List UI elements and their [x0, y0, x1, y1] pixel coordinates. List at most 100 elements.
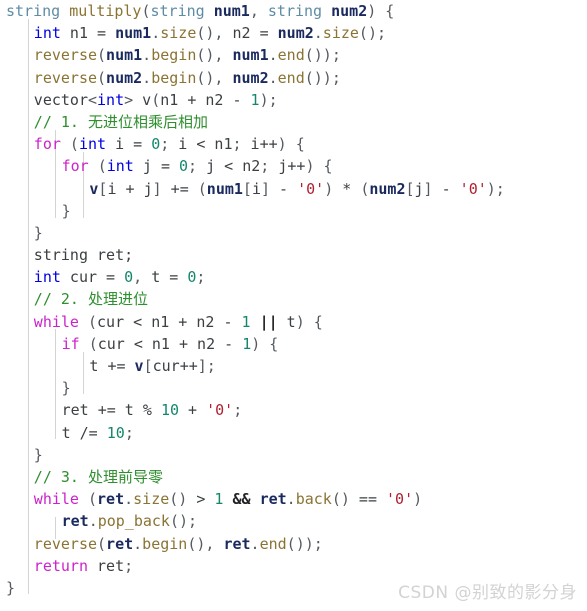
code-token: (),: [187, 534, 224, 553]
code-token: (: [97, 46, 107, 65]
code-token: cur: [60, 268, 107, 287]
code-token: +: [188, 401, 198, 420]
code-token: ;: [124, 423, 134, 442]
code-token: -: [224, 334, 234, 353]
code-token: num1: [106, 46, 143, 65]
code-token: ;: [124, 556, 134, 575]
code-token: +: [125, 179, 135, 198]
code-token: num1: [206, 179, 243, 198]
code-token: =: [106, 268, 116, 287]
code-token: ret: [87, 556, 125, 575]
code-token: (: [97, 534, 107, 553]
code-token: ++: [287, 157, 306, 176]
code-token: (: [88, 334, 98, 353]
code-token: .: [142, 68, 152, 87]
code-token: ||: [259, 312, 278, 331]
code-token: return: [33, 556, 88, 575]
code-token: -: [441, 179, 451, 198]
code-token: .: [313, 24, 323, 43]
code-token: j: [206, 157, 225, 176]
code-line: while (ret.size() > 1 && ret.back() == '…: [0, 488, 587, 510]
code-token: end: [277, 68, 305, 87]
code-line: // 1. 无进位相乘后相加: [0, 111, 587, 133]
code-token: int: [97, 90, 125, 109]
code-token: end: [277, 46, 305, 65]
code-token: (): [331, 490, 359, 509]
code-token: }: [6, 578, 16, 597]
code-token: [: [405, 179, 415, 198]
code-token: ,: [249, 2, 268, 20]
code-token: 1: [241, 312, 251, 331]
code-token: ]: [260, 179, 280, 198]
code-token: ) {: [277, 135, 305, 154]
code-line: if (cur < n1 + n2 - 1) {: [0, 333, 587, 355]
code-token: [: [242, 179, 252, 198]
code-token: cur: [97, 312, 134, 331]
code-token: &&: [232, 490, 251, 509]
code-token: string: [150, 2, 205, 20]
code-token: n1: [160, 90, 188, 109]
code-token: string: [267, 2, 323, 20]
code-token: 1: [250, 90, 260, 109]
code-token: // 2. 处理进位: [33, 290, 148, 309]
code-token: back: [295, 490, 332, 509]
code-token: '0': [459, 179, 487, 198]
code-token: (: [69, 135, 79, 154]
code-token: 0: [151, 135, 161, 154]
code-token: ret: [97, 490, 125, 509]
code-line: // 2. 处理进位: [0, 288, 587, 310]
code-token: /=: [79, 423, 98, 442]
code-token: ());: [304, 68, 341, 87]
code-line: ret.pop_back();: [0, 510, 587, 532]
code-token: j: [414, 179, 424, 198]
code-line: v[i + j] += (num1[i] - '0') * (num2[j] -…: [0, 178, 587, 200]
code-line: string multiply(string num1, string num2…: [0, 0, 587, 22]
code-token: ]: [423, 179, 442, 198]
code-token: +=: [170, 179, 189, 198]
code-line: t += v[cur++];: [0, 355, 587, 377]
code-token: vector: [33, 90, 88, 109]
code-line: while (cur < n1 + n2 - 1 || t) {: [0, 311, 587, 333]
code-token: ret: [106, 534, 134, 553]
code-line: reverse(num2.begin(), num2.end());: [0, 67, 587, 89]
code-token: n2: [233, 157, 261, 176]
code-token: [: [143, 357, 153, 375]
code-token: if: [61, 334, 80, 353]
code-token: ret: [259, 490, 287, 509]
code-token: int: [33, 24, 61, 43]
code-token: 0: [179, 157, 189, 176]
code-token: num1: [115, 24, 152, 43]
code-token: // 3. 处理前导零: [33, 467, 163, 486]
code-token: .: [133, 534, 143, 553]
code-token: i: [251, 179, 261, 198]
code-token: .: [250, 534, 260, 553]
code-token: );: [259, 90, 278, 109]
code-token: (: [151, 90, 161, 109]
code-line: }: [0, 200, 587, 222]
code-token: ret: [223, 534, 251, 553]
code-line: ret += t % 10 + '0';: [0, 399, 587, 421]
code-token: (: [141, 2, 151, 20]
code-token: for: [33, 135, 61, 154]
code-token: >: [124, 90, 143, 109]
code-line: reverse(num1.begin(), num1.end());: [0, 44, 587, 66]
code-token: -: [279, 179, 289, 198]
code-token: ): [413, 490, 423, 509]
csdn-watermark: CSDN @别致的影分身: [398, 583, 577, 603]
code-token: for: [61, 157, 89, 176]
code-token: j: [133, 157, 161, 176]
code-line: return ret;: [0, 555, 587, 577]
code-token: +: [178, 312, 188, 331]
